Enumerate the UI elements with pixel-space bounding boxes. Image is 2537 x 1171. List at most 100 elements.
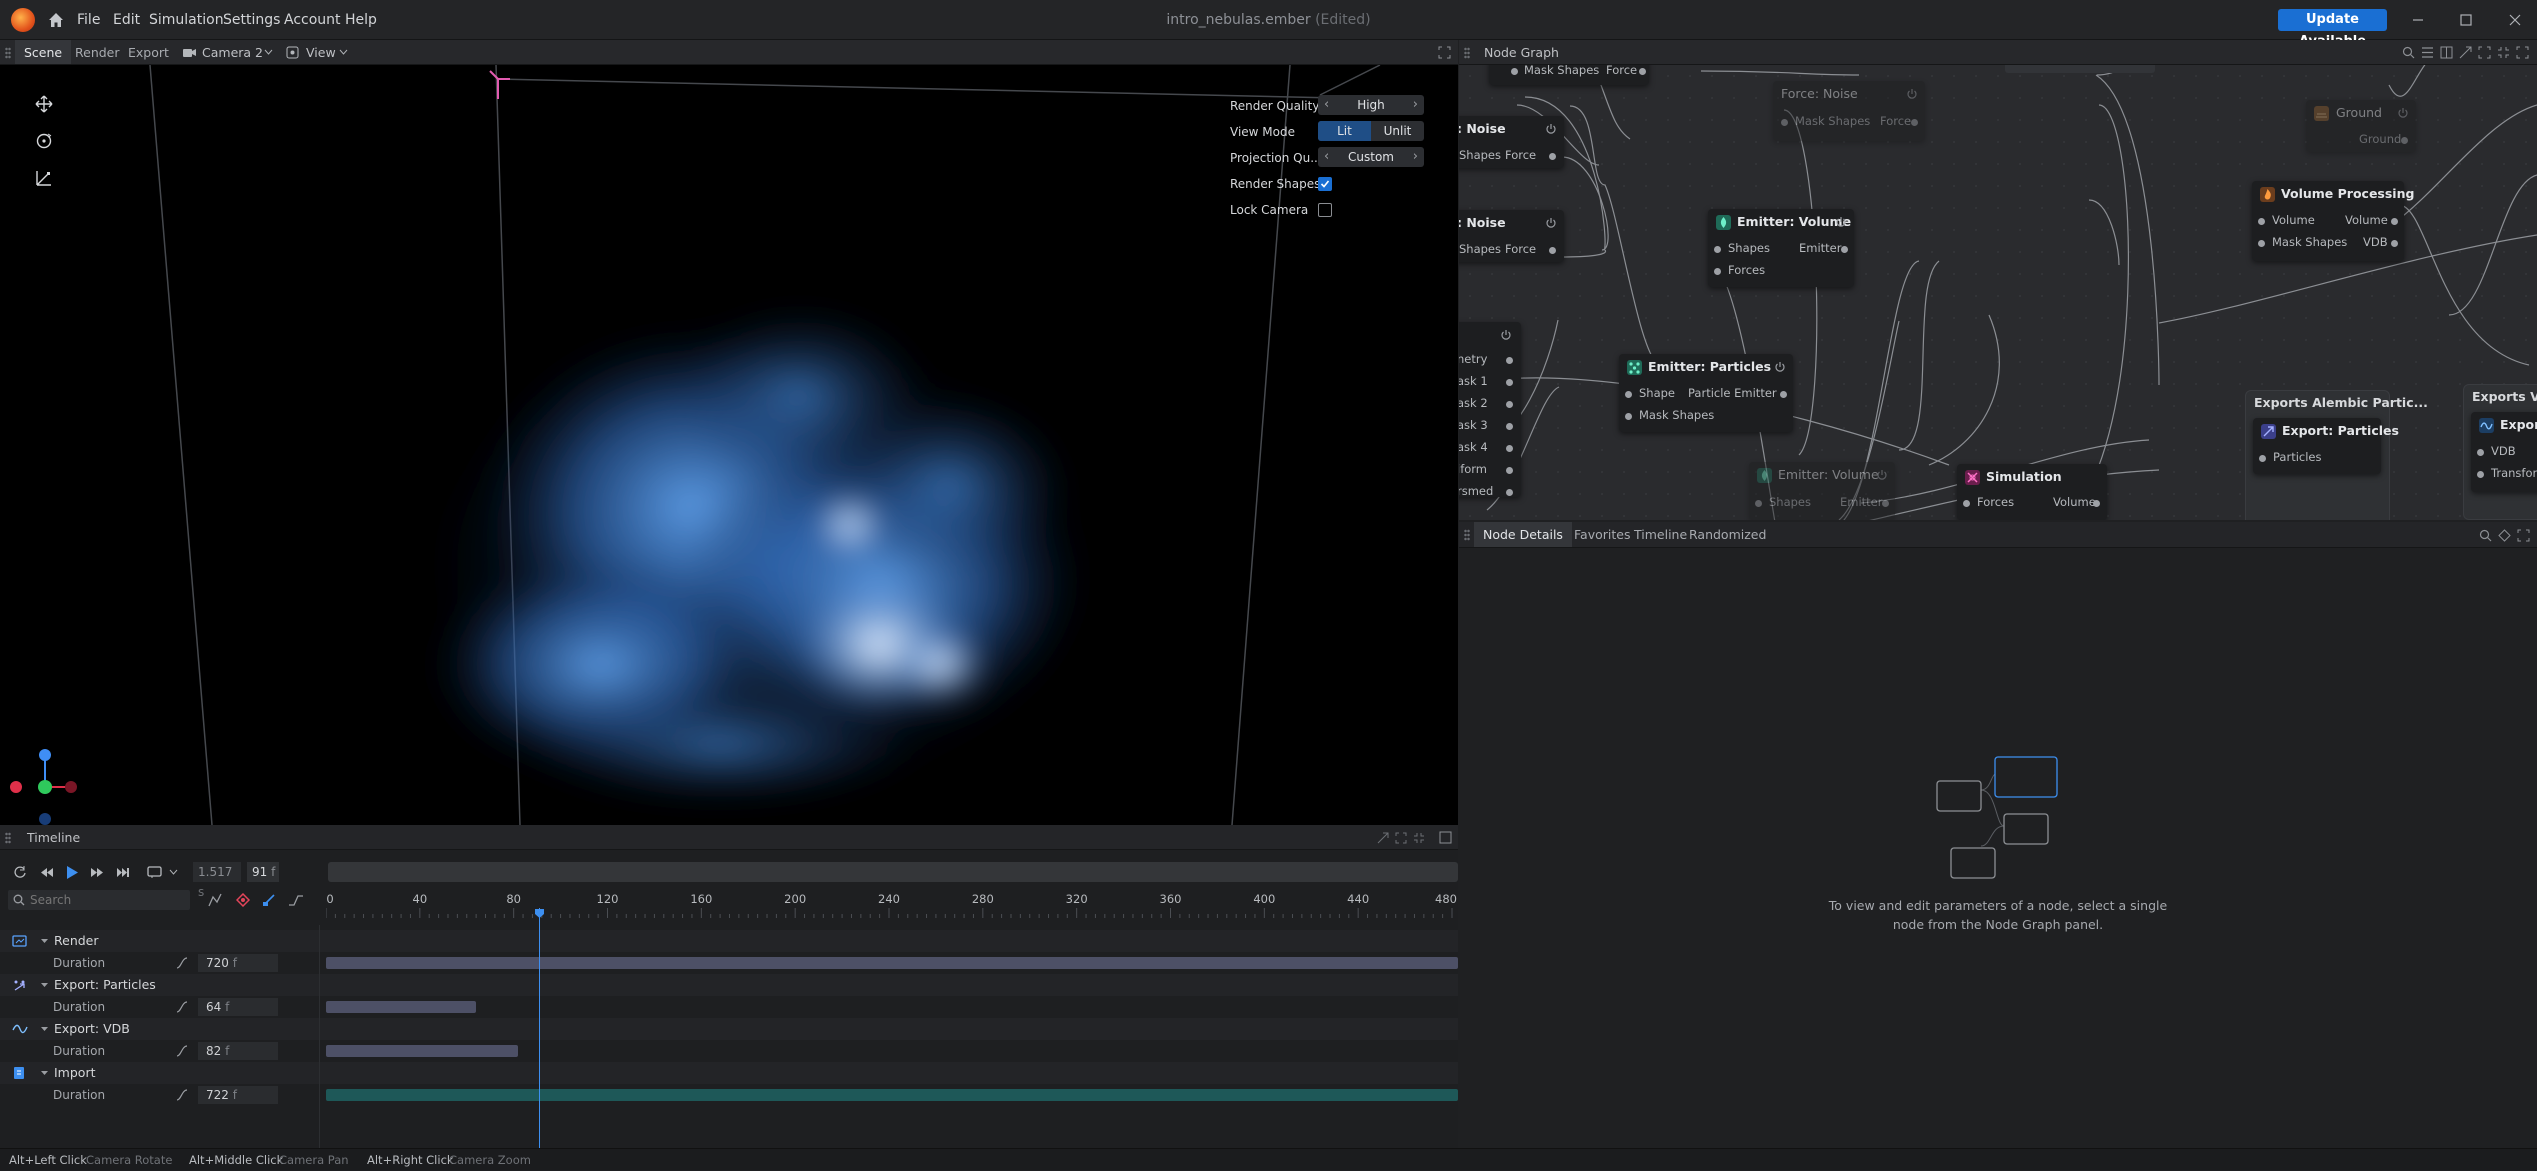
view-mode-lit-button[interactable]: Lit [1318,121,1371,141]
port-dot[interactable] [1511,68,1518,75]
play-icon[interactable] [65,865,79,880]
fullscreen-icon[interactable] [2517,529,2530,542]
timeline-ruler[interactable]: 0 40 80 120 160 200 240 280 320 360 400 440 480 [326,892,1458,922]
panel-drag-handle[interactable] [1464,47,1470,59]
port-dot[interactable] [1714,268,1721,275]
power-icon[interactable] [1545,217,1557,229]
port-dot[interactable] [2258,240,2265,247]
timeline-search[interactable] [8,890,190,910]
curve-icon[interactable] [176,1089,188,1101]
camera-selector[interactable]: Camera 2 [178,40,278,65]
port-dot[interactable] [1841,246,1848,253]
render-quality-stepper[interactable]: ‹ High › [1318,95,1424,115]
duration-field[interactable]: 722 f [198,1086,278,1104]
skip-end-icon[interactable] [116,866,130,879]
port-dot[interactable] [2391,218,2398,225]
node-ground[interactable]: Ground Ground [2306,100,2416,152]
port-dot[interactable] [1781,119,1788,126]
port-dot[interactable] [1506,401,1513,408]
menu-settings[interactable]: Settings [223,0,280,40]
group-export-vdb[interactable]: Exports VDB Export: VDB Transfor [2463,384,2537,520]
port-dot[interactable] [2258,218,2265,225]
port-dot[interactable] [2391,240,2398,247]
loop-reset-icon[interactable] [14,866,27,879]
step-back-icon[interactable] [40,866,54,879]
port-dot[interactable] [1549,247,1556,254]
port-dot[interactable] [1549,153,1556,160]
power-icon[interactable] [1500,329,1512,341]
chevron-right-icon[interactable]: › [1413,95,1418,115]
port-dot[interactable] [1506,489,1513,496]
node-top-stub[interactable]: Mask Shapes Force [1489,65,1649,85]
keyframe-icon[interactable] [236,893,250,907]
timeline-search-input[interactable] [30,890,186,910]
timeline-group-row[interactable]: Export: Particles [0,974,1458,996]
port-dot[interactable] [2477,449,2484,456]
duration-bar[interactable] [326,957,1458,969]
fullscreen-icon[interactable] [2516,46,2529,59]
chevron-right-icon[interactable]: › [1413,147,1418,167]
auto-key-icon[interactable] [208,893,224,907]
node-simulation[interactable]: Simulation Forces Volume [1957,464,2107,520]
node-emitter-volume[interactable]: Emitter: Volume Shapes Emitter Forces [1708,209,1854,287]
minimize-icon[interactable] [2408,10,2428,30]
curve-icon[interactable] [176,1001,188,1013]
timeline-param-row[interactable]: Duration 64 f [0,996,1458,1018]
collapse-icon[interactable] [1377,832,1389,844]
menu-edit[interactable]: Edit [113,0,140,40]
duration-field[interactable]: 82 f [198,1042,278,1060]
port-dot[interactable] [2259,455,2266,462]
timeline-group-row[interactable]: Export: VDB [0,1018,1458,1040]
timeline-param-row[interactable]: Duration 720 f [0,952,1458,974]
panel-drag-handle[interactable] [1464,529,1470,541]
tab-node-details[interactable]: Node Details [1474,522,1572,547]
timeline-param-row[interactable]: Duration 82 f [0,1040,1458,1062]
snap-icon[interactable] [262,893,278,907]
port-dot[interactable] [1625,391,1632,398]
port-dot[interactable] [1506,467,1513,474]
maximize-icon[interactable] [2456,10,2476,30]
port-dot[interactable] [1506,379,1513,386]
port-dot[interactable] [2401,137,2408,144]
layout-icon[interactable] [2440,46,2453,59]
power-icon[interactable] [1545,123,1557,135]
rotate-tool-icon[interactable] [35,132,53,150]
expand-icon[interactable] [1395,832,1407,844]
curve-icon[interactable] [176,957,188,969]
duration-field[interactable]: 64 f [198,998,278,1016]
port-dot[interactable] [1755,500,1762,507]
playhead[interactable] [535,908,545,1148]
power-icon[interactable] [2397,107,2409,119]
close-icon[interactable] [2505,10,2525,30]
port-dot[interactable] [1639,68,1646,75]
playback-mode-icon[interactable] [147,865,163,879]
duration-bar[interactable] [326,1045,519,1057]
axis-gizmo-icon[interactable] [5,747,81,825]
node-emitter-volume-2[interactable]: Emitter: Volume Shapes Emitter [1749,462,1895,520]
update-available-button[interactable]: Update Available [2278,9,2387,49]
timeline-scrollbar[interactable] [328,862,1458,882]
collapse-icon[interactable] [2459,46,2472,59]
port-dot[interactable] [1506,423,1513,430]
port-dot[interactable] [1506,357,1513,364]
chevron-left-icon[interactable]: ‹ [1324,147,1329,167]
minimize-panel-icon[interactable] [1413,832,1425,844]
move-tool-icon[interactable] [35,95,53,113]
duration-bar[interactable] [326,1001,477,1013]
node-export-particles[interactable]: Export: Particles Particles [2253,418,2399,474]
home-icon[interactable] [46,10,66,30]
minimize-panel-icon[interactable] [2497,46,2510,59]
node-force-noise[interactable]: Force: Noise Mask Shapes Force [1773,81,1925,141]
curve-icon[interactable] [176,1045,188,1057]
port-dot[interactable] [1625,413,1632,420]
chevron-left-icon[interactable]: ‹ [1324,95,1329,115]
view-menu[interactable]: View [283,40,353,65]
group-export-alembic[interactable]: Exports Alembic Partic... Export: Partic… [2245,390,2428,520]
view-mode-unlit-button[interactable]: Unlit [1371,121,1424,141]
time-seconds-field[interactable]: 1.517 s [193,862,241,899]
timeline-group-row[interactable]: Import [0,1062,1458,1084]
scale-tool-icon[interactable] [35,169,53,187]
curve-editor-icon[interactable] [288,893,304,907]
lock-camera-checkbox[interactable] [1318,203,1332,217]
scene-viewport[interactable]: Render Quality ‹ High › View Mode Lit Un… [0,65,1458,825]
